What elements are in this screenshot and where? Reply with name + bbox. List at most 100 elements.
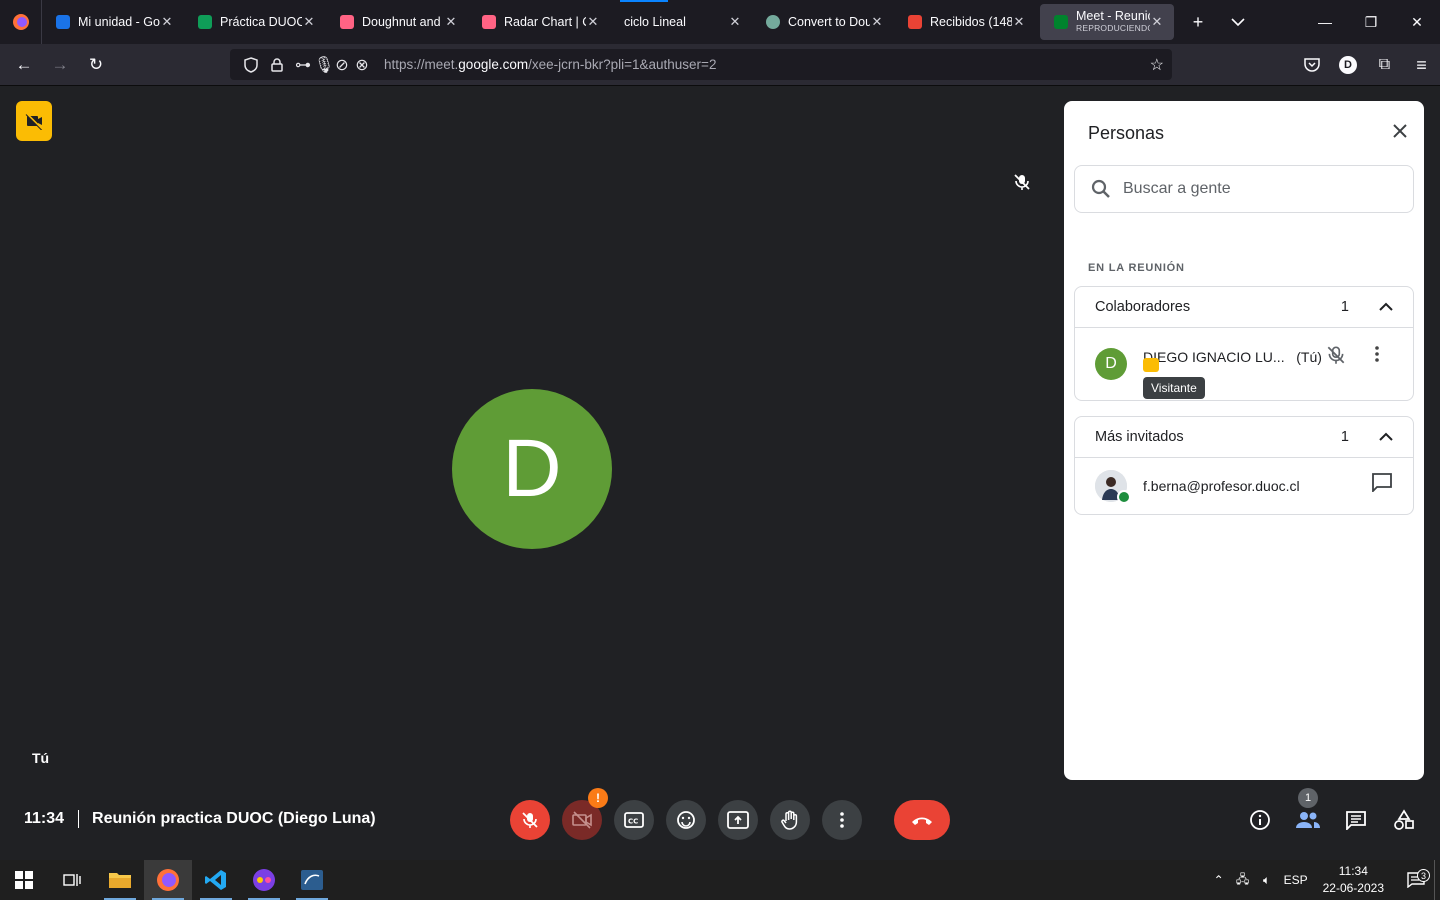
autoplay-blocked-icon[interactable]: ⊗	[352, 55, 372, 75]
address-bar[interactable]: ⊶ 🎙︎ ⊘ ⊗ https://meet.google.com/xee-jcr…	[230, 49, 1172, 80]
meeting-details-button[interactable]	[1240, 802, 1280, 838]
microphone-toggle-button[interactable]	[510, 800, 550, 840]
window-close-button[interactable]: ✕	[1394, 0, 1440, 44]
chevron-down-icon	[1231, 18, 1245, 27]
tab-chartjs-radar[interactable]: Radar Chart | Ch✕	[468, 0, 610, 44]
participant-more-button[interactable]	[1375, 346, 1379, 367]
tab-ciclo-lineal[interactable]: ciclo Lineal ✕	[610, 0, 752, 44]
forward-button[interactable]: →	[42, 49, 78, 81]
file-explorer-taskbar[interactable]	[96, 860, 144, 900]
tab-meet[interactable]: Meet - ReuniónREPRODUCIENDO✕	[1040, 4, 1174, 40]
lock-icon[interactable]	[264, 55, 290, 75]
task-view-icon	[63, 874, 81, 886]
activities-button[interactable]	[1384, 802, 1424, 838]
in-meeting-section-label: EN LA REUNIÓN	[1088, 262, 1185, 274]
back-button[interactable]: ←	[6, 49, 42, 81]
vscode-taskbar[interactable]	[192, 860, 240, 900]
tab-chartjs-doughnut[interactable]: Doughnut and P ✕	[326, 0, 468, 44]
tab-close-icon[interactable]: ✕	[1150, 14, 1164, 30]
video-off-icon	[572, 811, 592, 829]
chevron-up-icon[interactable]	[1379, 432, 1393, 442]
leave-call-button[interactable]	[894, 800, 950, 840]
search-input[interactable]	[1123, 180, 1383, 198]
search-icon	[1091, 179, 1110, 198]
more-vertical-icon	[840, 812, 844, 828]
present-screen-button[interactable]	[718, 800, 758, 840]
task-view-button[interactable]	[48, 860, 96, 900]
emoji-icon	[677, 811, 695, 829]
tab-drive[interactable]: Mi unidad - Goo ✕	[42, 0, 184, 44]
restore-button[interactable]: ❐	[1348, 0, 1394, 44]
tracking-protection-icon[interactable]	[238, 55, 264, 75]
tab-close-icon[interactable]: ✕	[302, 14, 316, 30]
bookmark-star-icon[interactable]: ☆	[1150, 55, 1164, 75]
hamburger-menu-icon[interactable]: ≡	[1403, 49, 1440, 81]
tab-gmail[interactable]: Recibidos (148) ✕	[894, 0, 1036, 44]
chat-button[interactable]	[1336, 802, 1376, 838]
firefox-view-button[interactable]	[0, 0, 42, 44]
chevron-up-icon[interactable]	[1379, 302, 1393, 312]
camera-blocked-icon[interactable]: ⊘	[332, 55, 352, 75]
chat-icon	[1346, 811, 1366, 830]
new-tab-button[interactable]: +	[1178, 0, 1218, 44]
participant-row: D DIEGO IGNACIO LU... (Tú) Visitante	[1075, 328, 1413, 400]
raise-hand-button[interactable]	[770, 800, 810, 840]
system-clock[interactable]: 11:34 22-06-2023	[1323, 863, 1384, 897]
divider	[78, 810, 80, 828]
captions-button[interactable]: CC	[614, 800, 654, 840]
group-header[interactable]: Colaboradores 1	[1075, 287, 1413, 328]
side-controls: 1	[1240, 788, 1424, 838]
show-hidden-icons-chevron-icon[interactable]: ⌃	[1207, 873, 1231, 887]
notifications-button[interactable]: 3	[1398, 869, 1434, 888]
tab-close-icon[interactable]: ✕	[870, 14, 884, 30]
pocket-icon[interactable]	[1293, 49, 1330, 81]
reload-button[interactable]: ↻	[78, 49, 114, 81]
group-header[interactable]: Más invitados 1	[1075, 417, 1413, 458]
list-all-tabs-button[interactable]	[1218, 0, 1258, 44]
volume-icon[interactable]: 🔈︎	[1255, 873, 1279, 888]
tab-sheets[interactable]: Práctica DUOC |✕	[184, 0, 326, 44]
permissions-icon[interactable]: ⊶	[290, 55, 316, 75]
participant-name-block: DIEGO IGNACIO LU... (Tú)	[1143, 349, 1322, 365]
input-language[interactable]: ESP	[1279, 873, 1313, 887]
people-icon	[1296, 812, 1320, 828]
chartjs-icon	[482, 15, 496, 29]
camera-toggle-button[interactable]: !	[562, 788, 608, 840]
mic-off-icon	[522, 812, 538, 828]
close-panel-button[interactable]	[1392, 123, 1408, 144]
people-count-badge: 1	[1298, 788, 1318, 808]
reactions-button[interactable]	[666, 800, 706, 840]
group-name: Más invitados	[1095, 429, 1184, 445]
minimize-button[interactable]: —	[1302, 0, 1348, 44]
tab-close-icon[interactable]: ✕	[1012, 14, 1026, 30]
guest-chat-button[interactable]	[1371, 472, 1393, 497]
system-tray: ⌃ 🖧︎ 🔈︎ ESP 11:34 22-06-2023 3	[1207, 860, 1440, 900]
account-avatar[interactable]: D	[1339, 56, 1357, 74]
self-tile-label: Tú	[32, 750, 50, 766]
people-button[interactable]: 1	[1288, 788, 1328, 838]
tab-close-icon[interactable]: ✕	[586, 14, 600, 30]
more-options-button[interactable]	[822, 800, 862, 840]
people-search-box[interactable]	[1074, 165, 1414, 213]
more-guests-group: Más invitados 1 f.berna@profesor.duoc.cl	[1074, 416, 1414, 515]
firefox-taskbar[interactable]	[144, 860, 192, 900]
network-icon[interactable]: 🖧︎	[1231, 870, 1255, 891]
participant-mic-off-icon	[1325, 344, 1347, 371]
pgadmin-taskbar[interactable]	[288, 860, 336, 900]
tab-close-icon[interactable]: ✕	[728, 14, 742, 30]
google-drive-icon	[56, 15, 70, 29]
tile-mic-off-icon	[1012, 172, 1032, 197]
show-desktop-button[interactable]	[1434, 860, 1440, 900]
start-button[interactable]	[0, 860, 48, 900]
camera-off-indicator[interactable]	[16, 101, 52, 141]
tab-close-icon[interactable]: ✕	[160, 14, 174, 30]
group-name: Colaboradores	[1095, 299, 1191, 315]
extensions-icon[interactable]: ⧉	[1366, 49, 1403, 81]
chat-icon	[1372, 473, 1392, 494]
tab-chatgpt[interactable]: Convert to Doug ✕	[752, 0, 894, 44]
tab-close-icon[interactable]: ✕	[444, 14, 458, 30]
app-taskbar[interactable]	[240, 860, 288, 900]
meet-stage: D Tú 11:34 Reunión practica DUOC (Diego …	[0, 86, 1440, 860]
microphone-permission-icon[interactable]: 🎙︎	[314, 55, 334, 75]
chatgpt-icon	[766, 15, 780, 29]
